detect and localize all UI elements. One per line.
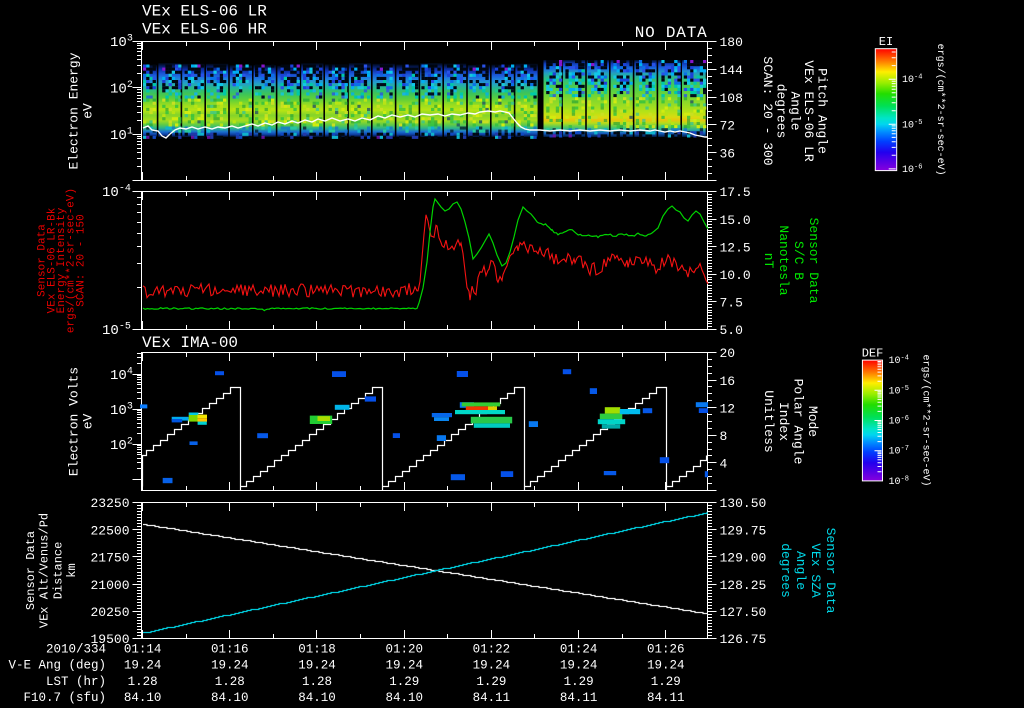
svg-text:1.28: 1.28	[128, 675, 158, 689]
svg-text:10.0: 10.0	[720, 268, 751, 283]
svg-text:108: 108	[720, 91, 743, 106]
svg-text:F10.7 (sfu): F10.7 (sfu)	[23, 691, 106, 705]
svg-text:1.29: 1.29	[389, 675, 419, 689]
svg-text:Electron Volts: Electron Volts	[67, 367, 82, 476]
svg-text:V-E Ang (deg): V-E Ang (deg)	[8, 659, 106, 673]
svg-text:5.0: 5.0	[720, 323, 743, 338]
svg-text:12: 12	[720, 401, 736, 416]
svg-text:4: 4	[720, 457, 728, 472]
svg-text:Index: Index	[776, 402, 791, 441]
svg-text:EI: EI	[879, 35, 893, 49]
svg-text:7.5: 7.5	[720, 296, 743, 311]
svg-text:ergs/(cm**2-sr-sec-eV): ergs/(cm**2-sr-sec-eV)	[934, 44, 946, 176]
svg-text:21750: 21750	[90, 551, 129, 566]
svg-text:19.24: 19.24	[298, 659, 336, 673]
svg-text:1.28: 1.28	[215, 675, 245, 689]
svg-text:01:14: 01:14	[124, 643, 162, 657]
svg-text:VEx ELS-06 HR: VEx ELS-06 HR	[142, 21, 267, 39]
svg-text:km: km	[65, 563, 79, 577]
svg-text:180: 180	[720, 35, 743, 50]
svg-text:ergs/(cm**2-sr-sec-eV): ergs/(cm**2-sr-sec-eV)	[920, 354, 932, 486]
svg-text:Distance: Distance	[51, 542, 65, 600]
svg-text:1.29: 1.29	[651, 675, 681, 689]
svg-text:1.29: 1.29	[564, 675, 594, 689]
svg-text:degrees: degrees	[778, 543, 793, 598]
svg-text:84.10: 84.10	[124, 691, 162, 705]
svg-text:VEx ELS-06 LR: VEx ELS-06 LR	[142, 3, 267, 21]
svg-text:84.10: 84.10	[298, 691, 336, 705]
svg-text:NO DATA: NO DATA	[635, 24, 708, 42]
svg-text:84.11: 84.11	[560, 691, 598, 705]
svg-text:1.28: 1.28	[302, 675, 332, 689]
svg-text:1.29: 1.29	[476, 675, 506, 689]
svg-text:16: 16	[720, 374, 736, 389]
svg-text:22500: 22500	[90, 523, 129, 538]
svg-text:126.75: 126.75	[720, 632, 767, 647]
svg-text:128.25: 128.25	[720, 578, 767, 593]
svg-text:SCAN: 20 - 150: SCAN: 20 - 150	[75, 214, 87, 306]
svg-text:DEF: DEF	[862, 347, 884, 361]
svg-text:8: 8	[720, 429, 728, 444]
svg-text:19.24: 19.24	[124, 659, 162, 673]
svg-text:84.11: 84.11	[647, 691, 685, 705]
svg-text:01:16: 01:16	[211, 643, 249, 657]
svg-text:19.24: 19.24	[473, 659, 511, 673]
svg-text:Sensor Data: Sensor Data	[24, 531, 38, 610]
svg-text:01:26: 01:26	[647, 643, 685, 657]
svg-text:127.50: 127.50	[720, 605, 767, 620]
svg-text:21000: 21000	[90, 578, 129, 593]
svg-text:19.24: 19.24	[385, 659, 423, 673]
svg-text:S/C B: S/C B	[791, 241, 806, 280]
svg-text:19.24: 19.24	[647, 659, 685, 673]
svg-text:17.5: 17.5	[720, 185, 751, 200]
svg-text:Sensor Data: Sensor Data	[806, 218, 821, 304]
svg-text:LST (hr): LST (hr)	[46, 675, 106, 689]
svg-text:01:20: 01:20	[385, 643, 423, 657]
svg-text:SCAN: 20 - 300: SCAN: 20 - 300	[760, 56, 775, 165]
svg-text:84.11: 84.11	[473, 691, 511, 705]
svg-text:nT: nT	[761, 253, 776, 269]
svg-text:36: 36	[720, 146, 736, 161]
svg-text:19.24: 19.24	[211, 659, 249, 673]
svg-text:Unitless: Unitless	[761, 390, 776, 452]
svg-text:84.10: 84.10	[385, 691, 423, 705]
svg-text:130.50: 130.50	[720, 496, 767, 511]
svg-text:23250: 23250	[90, 496, 129, 511]
svg-text:VEx SZA: VEx SZA	[808, 543, 823, 598]
svg-text:19.24: 19.24	[560, 659, 598, 673]
svg-text:Angle: Angle	[793, 551, 808, 590]
svg-text:144: 144	[720, 63, 744, 78]
svg-text:eV: eV	[81, 414, 96, 430]
svg-text:2010/334: 2010/334	[46, 643, 106, 657]
svg-text:15.0: 15.0	[720, 213, 751, 228]
svg-text:01:18: 01:18	[298, 643, 336, 657]
svg-text:84.10: 84.10	[211, 691, 249, 705]
svg-text:VEx Alt/Venus/Pd: VEx Alt/Venus/Pd	[38, 513, 52, 628]
svg-text:12.5: 12.5	[720, 240, 751, 255]
svg-text:72: 72	[720, 119, 736, 134]
svg-text:129.00: 129.00	[720, 551, 767, 566]
svg-text:eV: eV	[81, 103, 96, 119]
svg-text:20: 20	[720, 346, 736, 361]
svg-text:VEx IMA-00: VEx IMA-00	[142, 334, 238, 352]
svg-text:01:24: 01:24	[560, 643, 598, 657]
svg-text:Sensor Data: Sensor Data	[823, 528, 838, 614]
svg-text:129.75: 129.75	[720, 523, 767, 538]
svg-text:Polar Angle: Polar Angle	[791, 379, 806, 465]
svg-text:Mode: Mode	[805, 406, 820, 437]
svg-text:Nanotesla: Nanotesla	[776, 225, 791, 295]
svg-text:20250: 20250	[90, 605, 129, 620]
svg-text:Electron Energy: Electron Energy	[67, 52, 82, 169]
svg-text:01:22: 01:22	[473, 643, 511, 657]
